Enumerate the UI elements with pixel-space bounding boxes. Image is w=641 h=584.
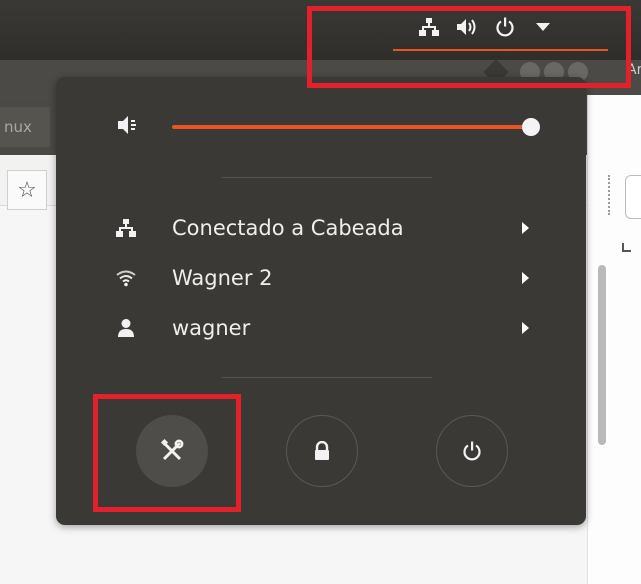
menu-item-label: Conectado a Cabeada	[172, 216, 404, 240]
system-menu: Conectado a Cabeada Wagner 2 wagner	[56, 77, 586, 525]
power-icon	[463, 441, 481, 461]
power-icon	[496, 17, 514, 37]
network-wired-icon	[116, 219, 136, 237]
tray-power-indicator[interactable]	[486, 12, 524, 42]
volume-slider-handle[interactable]	[522, 118, 540, 136]
power-off-button[interactable]	[436, 415, 508, 487]
settings-tools-icon	[160, 438, 184, 461]
menu-item-label: wagner	[172, 316, 251, 340]
drag-handle[interactable]	[608, 175, 614, 215]
row-icon	[116, 218, 136, 238]
browser-tab-label: nux	[4, 118, 32, 136]
window-title-fragment: Ar	[627, 62, 641, 78]
user-icon	[118, 319, 134, 337]
row-icon	[116, 268, 136, 288]
settings-button[interactable]	[136, 415, 208, 487]
chevron-right-icon	[522, 272, 529, 284]
browser-tab[interactable]: nux	[0, 107, 50, 147]
speaker-icon	[118, 116, 136, 134]
side-panel-control[interactable]	[625, 175, 641, 219]
lock-button[interactable]	[286, 415, 358, 487]
tray-active-underline	[393, 49, 608, 51]
dropdown-arrow-icon	[536, 23, 550, 31]
menu-item-label: Wagner 2	[172, 266, 273, 290]
corner-marker-icon	[622, 243, 631, 252]
menu-separator	[222, 177, 432, 178]
wifi-icon	[116, 270, 136, 287]
speaker-icon	[457, 19, 476, 35]
menu-separator	[222, 377, 432, 378]
chevron-right-icon	[522, 222, 529, 234]
volume-slider[interactable]	[172, 125, 532, 129]
bookmark-star-button[interactable]: ☆	[7, 170, 47, 210]
scrollbar[interactable]	[598, 265, 606, 445]
side-panel	[587, 95, 641, 584]
lock-icon	[315, 441, 329, 460]
system-tray[interactable]	[410, 12, 562, 42]
menu-item-wired-network[interactable]: Conectado a Cabeada	[56, 208, 586, 248]
network-wired-icon	[419, 18, 439, 36]
volume-icon-container	[116, 113, 140, 141]
chevron-right-icon	[522, 322, 529, 334]
tray-menu-toggle[interactable]	[524, 12, 562, 42]
menu-item-user[interactable]: wagner	[56, 308, 586, 348]
menu-item-wifi[interactable]: Wagner 2	[56, 258, 586, 298]
row-icon	[116, 318, 136, 338]
tray-volume-indicator[interactable]	[448, 12, 486, 42]
star-icon: ☆	[17, 177, 37, 203]
tray-network-indicator[interactable]	[410, 12, 448, 42]
